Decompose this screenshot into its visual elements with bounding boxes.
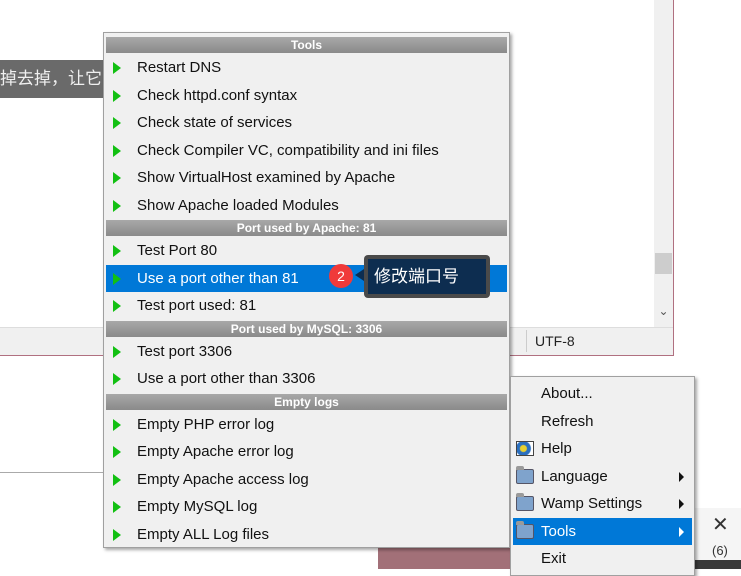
menu-item-label: Refresh <box>541 412 594 430</box>
menu-item-label: Empty MySQL log <box>137 498 258 515</box>
tooltip: 修改端口号 <box>364 255 490 298</box>
menu-item[interactable]: Empty Apache error log <box>106 438 507 466</box>
play-arrow-icon <box>113 501 121 513</box>
background-text: 掉去掉，让它 <box>0 60 110 98</box>
menu-item[interactable]: Use a port other than 3306 <box>106 365 507 393</box>
play-arrow-icon <box>113 345 121 358</box>
play-arrow-icon <box>113 272 121 285</box>
menu-item[interactable]: Show Apache loaded Modules <box>106 192 507 220</box>
play-arrow-icon <box>113 418 121 431</box>
wamp-main-menu: About... Refresh Help Language Wamp Settings… <box>510 376 695 576</box>
submenu-arrow-icon <box>679 526 684 537</box>
menu-item-label: Empty Apache error log <box>137 443 294 460</box>
folder-icon <box>516 465 534 484</box>
menu-item[interactable]: Check httpd.conf syntax <box>106 82 507 110</box>
taskbar <box>378 545 513 569</box>
play-arrow-icon <box>113 373 121 385</box>
menu-item-label: Wamp Settings <box>541 495 643 512</box>
play-arrow-icon <box>113 245 121 257</box>
menu-item[interactable]: Restart DNS <box>106 54 507 82</box>
folder-icon <box>516 493 534 511</box>
help-icon <box>516 441 534 456</box>
menu-item-label: About... <box>541 385 593 402</box>
menu-item[interactable]: Empty Apache access log <box>106 466 507 494</box>
main-menu-item[interactable]: Tools <box>513 517 692 545</box>
main-menu-item[interactable]: Refresh <box>513 408 692 436</box>
menu-item[interactable]: Show VirtualHost examined by Apache <box>106 164 507 192</box>
menu-section-header: Port used by MySQL: 3306 <box>106 320 507 337</box>
menu-item-label: Help <box>541 440 572 457</box>
play-arrow-icon <box>113 62 121 74</box>
menu-item-label: Empty PHP error log <box>137 415 275 433</box>
close-icon[interactable]: ✕ <box>712 512 729 537</box>
menu-item-label: Check httpd.conf syntax <box>137 86 298 104</box>
submenu-arrow-icon <box>679 471 684 482</box>
menu-item-label: Restart DNS <box>137 59 222 76</box>
menu-item[interactable]: Test port 3306 <box>106 338 507 366</box>
play-arrow-icon <box>113 473 121 486</box>
main-menu-item[interactable]: Language <box>513 463 692 491</box>
menu-item[interactable]: Check state of services <box>106 109 507 137</box>
status-divider <box>526 330 527 352</box>
play-arrow-icon <box>113 172 121 184</box>
menu-item-label: Tools <box>541 522 577 540</box>
tooltip-arrow <box>355 269 364 281</box>
menu-item-label: Show Apache loaded Modules <box>137 196 339 214</box>
menu-item-label: Show VirtualHost examined by Apache <box>137 169 396 186</box>
scrollbar-thumb[interactable] <box>655 253 672 274</box>
menu-item-label: Empty Apache access log <box>137 470 309 488</box>
encoding-label: UTF-8 <box>535 333 575 349</box>
folder-icon <box>516 520 534 539</box>
menu-item-label: Empty ALL Log files <box>137 525 270 543</box>
main-menu-item[interactable]: Wamp Settings <box>513 490 692 518</box>
main-menu-item[interactable]: Help <box>513 435 692 463</box>
menu-item-label: Check state of services <box>137 114 293 131</box>
menu-section-header: Port used by Apache: 81 <box>106 220 507 236</box>
main-menu-item[interactable]: Exit <box>513 545 692 573</box>
menu-item-label: Language <box>541 467 608 485</box>
main-menu-item[interactable]: About... <box>513 380 692 408</box>
menu-item-label: Test port used: 81 <box>137 297 257 314</box>
menu-item[interactable]: Empty ALL Log files <box>106 521 507 549</box>
play-arrow-icon <box>113 89 121 102</box>
play-arrow-icon <box>113 446 121 458</box>
menu-item[interactable]: Empty MySQL log <box>106 493 507 521</box>
vertical-scrollbar[interactable] <box>654 0 673 327</box>
menu-item-label: Use a port other than 81 <box>137 269 299 287</box>
menu-item[interactable]: Check Compiler VC, compatibility and ini… <box>106 137 507 165</box>
submenu-arrow-icon <box>679 499 684 509</box>
divider <box>0 472 103 473</box>
play-arrow-icon <box>113 199 121 212</box>
menu-item-label: Check Compiler VC, compatibility and ini… <box>137 141 439 159</box>
step-badge: 2 <box>329 264 353 288</box>
play-arrow-icon <box>113 300 121 312</box>
menu-item[interactable]: Empty PHP error log <box>106 411 507 439</box>
menu-item-label: Exit <box>541 550 567 567</box>
menu-section-header: Tools <box>106 37 507 53</box>
menu-section-header: Empty logs <box>106 393 507 410</box>
play-arrow-icon <box>113 528 121 541</box>
play-arrow-icon <box>113 144 121 157</box>
menu-item-label: Use a port other than 3306 <box>137 370 316 387</box>
notification-count: (6) <box>712 543 728 558</box>
menu-item-label: Test Port 80 <box>137 242 218 259</box>
play-arrow-icon <box>113 117 121 129</box>
tooltip-text: 修改端口号 <box>368 259 486 294</box>
chevron-down-icon[interactable]: ⌄ <box>655 304 672 322</box>
menu-item-label: Test port 3306 <box>137 342 233 360</box>
